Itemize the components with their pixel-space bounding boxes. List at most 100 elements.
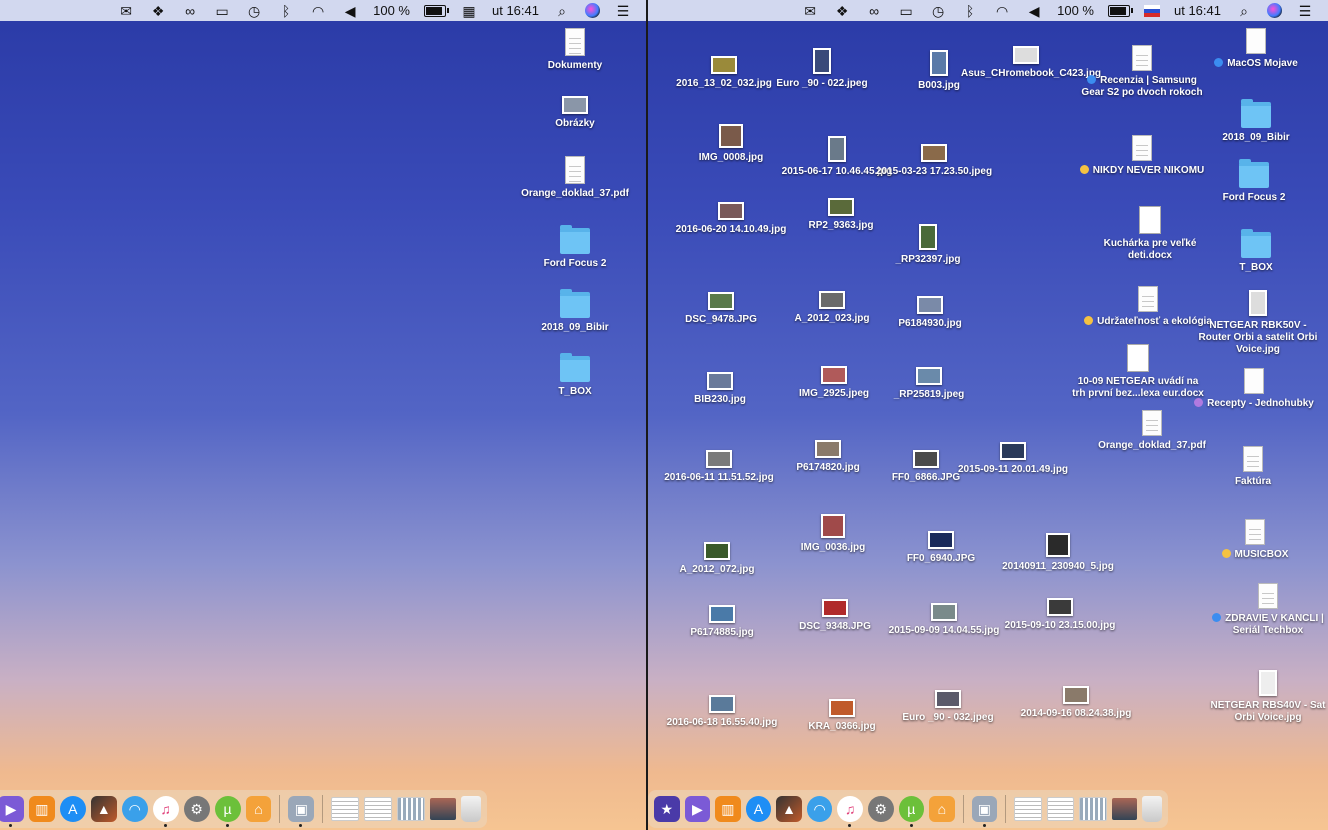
clock[interactable]: ut 16:41 bbox=[1174, 3, 1221, 18]
screenshot-stack-icon[interactable] bbox=[1111, 798, 1138, 820]
battery-icon[interactable] bbox=[424, 4, 449, 17]
item-label: MacOS Mojave bbox=[1191, 58, 1321, 70]
desktop-item[interactable]: 2015-09-10 23.15.00.jpg bbox=[995, 598, 1125, 632]
calendar-icon[interactable]: ▦ bbox=[460, 3, 478, 19]
photo-thumbnail-icon bbox=[719, 124, 743, 148]
bluetooth-icon[interactable]: ᛒ bbox=[277, 3, 295, 19]
notification-center-icon[interactable]: ☰ bbox=[614, 3, 632, 19]
volume-icon[interactable]: ◀ bbox=[1025, 3, 1043, 19]
desktop-item[interactable]: NETGEAR RBS40V - Sat Orbi Voice.jpg bbox=[1208, 670, 1328, 724]
app-store-icon[interactable]: A bbox=[745, 796, 772, 822]
clock[interactable]: ut 16:41 bbox=[492, 3, 539, 18]
desktop-item[interactable]: Asus_CHromebook_C423.jpg bbox=[961, 46, 1101, 80]
desktop-item[interactable]: Recepty - Jednohubky bbox=[1186, 368, 1322, 410]
trash-icon[interactable] bbox=[1142, 796, 1163, 822]
creative-cloud-icon[interactable]: ∞ bbox=[181, 3, 199, 19]
desktop-item[interactable]: Faktúra bbox=[1188, 446, 1318, 488]
directory-icon[interactable]: ▲ bbox=[776, 796, 802, 822]
desktop-item[interactable]: 2015-09-09 14.04.55.jpg bbox=[879, 603, 1009, 637]
desktop-item[interactable]: Dokumenty bbox=[510, 28, 640, 72]
books-icon[interactable]: ▥ bbox=[715, 796, 741, 822]
volume-icon[interactable]: ◀ bbox=[341, 3, 359, 19]
spotlight-icon[interactable]: ⌕ bbox=[1235, 3, 1253, 19]
document-stack-icon[interactable] bbox=[1014, 797, 1042, 821]
desktop-item[interactable]: MUSICBOX bbox=[1190, 519, 1320, 561]
desktop-item[interactable]: Recenzia | Samsung Gear S2 po dvoch roko… bbox=[1077, 45, 1207, 99]
desktop-item[interactable]: 20140911_230940_5.jpg bbox=[993, 533, 1123, 573]
wifi-utility-icon[interactable]: ◠ bbox=[806, 796, 833, 822]
desktop-item[interactable]: Obrázky bbox=[510, 96, 640, 130]
itunes-icon[interactable]: ♫ bbox=[152, 796, 179, 827]
imovie-icon[interactable]: ★ bbox=[654, 796, 680, 822]
desktop-item[interactable]: 2018_09_Bibir bbox=[510, 289, 640, 334]
mail-icon[interactable]: ✉ bbox=[801, 3, 819, 19]
desktop-item[interactable]: FF0_6940.JPG bbox=[876, 531, 1006, 565]
document-stack-icon[interactable] bbox=[1079, 797, 1107, 821]
dropbox-icon[interactable]: ❖ bbox=[149, 3, 167, 19]
desktop-item[interactable]: 2018_09_Bibir bbox=[1191, 99, 1321, 144]
desktop-item[interactable]: Euro _90 - 022.jpeg bbox=[757, 48, 887, 90]
desktop-item[interactable]: Ford Focus 2 bbox=[510, 225, 640, 270]
time-machine-icon[interactable]: ◷ bbox=[245, 3, 263, 19]
airplay-icon[interactable]: ▭ bbox=[213, 3, 231, 19]
directory-icon[interactable]: ▲ bbox=[90, 796, 117, 822]
desktop-item[interactable]: 2015-03-23 17.23.50.jpeg bbox=[869, 144, 999, 178]
desktop-item[interactable]: ZDRAVIE V KANCLI | Seriál Techbox bbox=[1208, 583, 1328, 637]
wifi-utility-icon[interactable]: ◠ bbox=[121, 796, 148, 822]
garageband-icon[interactable]: ▶ bbox=[684, 796, 711, 822]
home-icon[interactable]: ⌂ bbox=[245, 796, 272, 822]
document-stack-icon[interactable] bbox=[1046, 797, 1075, 821]
desktop-item[interactable]: Ford Focus 2 bbox=[1189, 159, 1319, 204]
home-icon[interactable]: ⌂ bbox=[929, 796, 955, 822]
desktop-item[interactable]: A_2012_072.jpg bbox=[652, 542, 782, 576]
desktop-item[interactable]: BIB230.jpg bbox=[655, 372, 785, 406]
desktop-item[interactable]: T_BOX bbox=[1191, 229, 1321, 274]
battery-percent[interactable]: 100 % bbox=[373, 3, 410, 18]
time-machine-icon[interactable]: ◷ bbox=[929, 3, 947, 19]
desktop-item[interactable]: MacOS Mojave bbox=[1191, 28, 1321, 70]
battery-icon[interactable] bbox=[1108, 4, 1133, 17]
spotlight-icon[interactable]: ⌕ bbox=[553, 3, 571, 19]
garageband-icon[interactable]: ▶ bbox=[0, 796, 24, 827]
document-stack-icon[interactable] bbox=[397, 797, 426, 821]
creative-cloud-icon[interactable]: ∞ bbox=[865, 3, 883, 19]
desktop-item[interactable]: T_BOX bbox=[510, 353, 640, 398]
input-source-flag-icon[interactable] bbox=[1144, 4, 1160, 17]
notification-center-icon[interactable]: ☰ bbox=[1296, 3, 1314, 19]
preview-icon[interactable]: ▣ bbox=[971, 796, 998, 827]
pdf-icon bbox=[1142, 410, 1162, 436]
desktop-item[interactable]: 2016-06-18 16.55.40.jpg bbox=[657, 695, 787, 729]
itunes-icon[interactable]: ♫ bbox=[837, 796, 863, 827]
desktop-item[interactable]: 2015-09-11 20.01.49.jpg bbox=[948, 442, 1078, 476]
desktop-item[interactable]: 2014-09-16 08.24.38.jpg bbox=[1011, 686, 1141, 720]
trash-icon[interactable] bbox=[461, 796, 482, 822]
wifi-icon[interactable]: ◠ bbox=[309, 3, 327, 19]
desktop-item[interactable]: P6184930.jpg bbox=[865, 296, 995, 330]
desktop-item[interactable]: P6174885.jpg bbox=[657, 605, 787, 639]
siri-icon[interactable] bbox=[585, 3, 600, 18]
system-preferences-icon[interactable]: ⚙ bbox=[183, 796, 210, 822]
siri-icon[interactable] bbox=[1267, 3, 1282, 18]
app-store-icon[interactable]: A bbox=[59, 796, 86, 822]
desktop-item[interactable]: NETGEAR RBK50V - Router Orbi a satelit O… bbox=[1192, 290, 1324, 356]
preview-icon[interactable]: ▣ bbox=[288, 796, 315, 827]
airplay-icon[interactable]: ▭ bbox=[897, 3, 915, 19]
desktop-item[interactable]: NIKDY NEVER NIKOMU bbox=[1077, 135, 1207, 177]
books-icon[interactable]: ▥ bbox=[28, 796, 55, 822]
mail-icon[interactable]: ✉ bbox=[117, 3, 135, 19]
wifi-icon[interactable]: ◠ bbox=[993, 3, 1011, 19]
system-preferences-icon[interactable]: ⚙ bbox=[867, 796, 894, 822]
desktop-item[interactable]: _RP25819.jpeg bbox=[864, 367, 994, 401]
bluetooth-icon[interactable]: ᛒ bbox=[961, 3, 979, 19]
utorrent-icon[interactable]: µ bbox=[898, 796, 925, 827]
screenshot-stack-icon[interactable] bbox=[430, 798, 457, 820]
utorrent-icon[interactable]: µ bbox=[214, 796, 241, 827]
document-stack-icon[interactable] bbox=[364, 797, 393, 821]
document-stack-icon[interactable] bbox=[331, 797, 360, 821]
desktop-item[interactable]: Orange_doklad_37.pdf bbox=[510, 156, 640, 200]
desktop-item[interactable]: _RP32397.jpg bbox=[863, 224, 993, 266]
photo-thumbnail-icon bbox=[704, 542, 730, 560]
battery-percent[interactable]: 100 % bbox=[1057, 3, 1094, 18]
dropbox-icon[interactable]: ❖ bbox=[833, 3, 851, 19]
desktop-item[interactable]: Euro _90 - 032.jpeg bbox=[883, 690, 1013, 724]
